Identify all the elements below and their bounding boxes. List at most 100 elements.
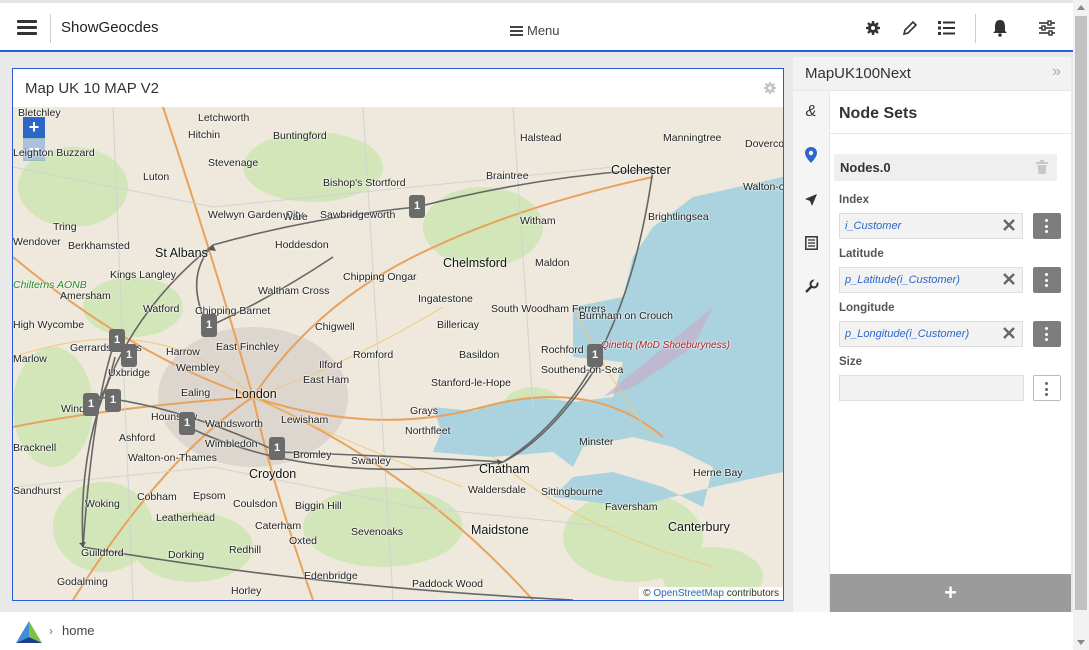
menu-button[interactable]: Menu <box>510 23 560 38</box>
map-marker[interactable]: 1 <box>269 437 285 460</box>
osm-link[interactable]: OpenStreetMap <box>653 588 724 599</box>
place-label: Stanford-le-Hope <box>431 377 511 389</box>
map-view[interactable]: + − Bletchley Letchworth Hitchin Buntingfor… <box>13 107 783 600</box>
place-label: East Finchley <box>216 341 280 353</box>
list-icon[interactable] <box>936 17 958 39</box>
place-label: Ingatestone <box>418 293 473 305</box>
place-label: Epsom <box>193 490 226 502</box>
panel-title: MapUK100Next <box>805 65 911 82</box>
place-label: Leighton Buzzard <box>13 147 95 159</box>
place-label: Sandhurst <box>13 485 61 497</box>
size-options-button[interactable] <box>1033 375 1061 401</box>
scrollbar-thumb[interactable] <box>1075 16 1087 610</box>
app-logo[interactable] <box>16 621 42 643</box>
place-label: Sawbridgeworth <box>320 209 396 221</box>
place-label: Maidstone <box>471 523 529 537</box>
place-label: Bishop's Stortford <box>323 177 406 189</box>
place-label: Waldersdale <box>468 484 526 496</box>
longitude-field[interactable]: p_Longitude(i_Customer) <box>839 321 1023 347</box>
map-marker[interactable]: 1 <box>587 344 603 367</box>
map-marker[interactable]: 1 <box>409 195 425 218</box>
place-label: Herne Bay <box>693 467 743 479</box>
map-marker[interactable]: 1 <box>83 393 99 416</box>
place-label: Lewisham <box>281 414 329 426</box>
place-label: Paddock Wood <box>412 578 484 590</box>
longitude-options-button[interactable] <box>1033 321 1061 347</box>
page-scrollbar[interactable] <box>1073 0 1089 650</box>
clear-icon[interactable] <box>1003 273 1015 285</box>
place-label: Stevenage <box>208 157 259 169</box>
node-set-header[interactable]: Nodes.0 <box>834 154 1057 181</box>
clear-icon[interactable] <box>1003 327 1015 339</box>
place-label: Dovercourt <box>745 138 783 150</box>
sliders-icon[interactable] <box>1036 17 1058 39</box>
wrench-icon[interactable] <box>802 277 820 295</box>
latitude-field[interactable]: p_Latitude(i_Customer) <box>839 267 1023 293</box>
ampersand-icon[interactable]: & <box>802 103 820 121</box>
place-label: Faversham <box>605 501 658 513</box>
map-card: Map UK 10 MAP V2 + − Bletchley Letchwort… <box>12 68 784 601</box>
place-label: High Wycombe <box>13 319 85 331</box>
map-marker[interactable]: 1 <box>105 389 121 412</box>
pencil-icon[interactable] <box>899 17 921 39</box>
bottom-bar: › home <box>0 612 1073 650</box>
clear-icon[interactable] <box>1003 219 1015 231</box>
map-marker[interactable]: 1 <box>179 412 195 435</box>
scroll-up-icon[interactable] <box>1077 5 1085 10</box>
place-label: Minster <box>579 436 614 448</box>
place-label: Watford <box>143 303 180 315</box>
place-label: Luton <box>143 171 170 183</box>
place-label: Edenbridge <box>304 570 358 582</box>
place-label: Guildford <box>81 547 124 559</box>
gear-icon[interactable] <box>862 17 884 39</box>
collapse-panel-button[interactable]: » <box>1052 63 1061 81</box>
attribution-suffix: contributors <box>726 588 779 599</box>
zoom-in-button[interactable]: + <box>23 117 45 139</box>
map-card-title: Map UK 10 MAP V2 <box>25 80 159 97</box>
node-sets-panel: Node Sets Nodes.0 Index i_Customer Latit… <box>830 91 1071 612</box>
size-field[interactable] <box>839 375 1024 401</box>
app-title: ShowGeocdes <box>61 19 159 36</box>
attribution-prefix: © <box>643 588 651 599</box>
bell-icon[interactable] <box>989 17 1011 39</box>
hamburger-icon[interactable] <box>17 20 37 35</box>
place-label: Wembley <box>176 362 220 374</box>
map-pin-icon[interactable] <box>802 146 820 164</box>
place-label: Basildon <box>459 349 500 361</box>
card-settings-icon[interactable] <box>763 81 777 95</box>
index-field[interactable]: i_Customer <box>839 213 1023 239</box>
navigation-arrow-icon[interactable] <box>802 191 820 209</box>
place-label: Cobham <box>137 491 177 503</box>
scroll-down-icon[interactable] <box>1077 640 1085 645</box>
node-set-name: Nodes.0 <box>840 160 891 175</box>
trash-icon[interactable] <box>1036 160 1048 174</box>
place-label: Bletchley <box>18 107 61 119</box>
place-label: Coulsdon <box>233 498 278 510</box>
add-node-set-button[interactable]: + <box>830 574 1071 612</box>
map-marker[interactable]: 1 <box>201 314 217 337</box>
latitude-value: p_Latitude(i_Customer) <box>845 274 960 286</box>
place-label: Harrow <box>166 346 200 358</box>
place-label: Wimbledon <box>205 438 258 450</box>
place-label: Walton-on-the-Naze <box>743 181 783 193</box>
place-label: Grays <box>410 405 439 417</box>
index-label: Index <box>839 194 870 206</box>
top-bar: ShowGeocdes Menu <box>0 0 1073 52</box>
breadcrumb-separator: › <box>49 624 53 638</box>
document-icon[interactable] <box>802 234 820 252</box>
place-label: Chigwell <box>315 321 355 333</box>
map-marker[interactable]: 1 <box>121 344 137 367</box>
place-label: Ware <box>283 211 308 223</box>
place-label: Colchester <box>611 163 671 177</box>
place-label: Ilford <box>319 359 343 371</box>
place-label: Brightlingsea <box>648 211 709 223</box>
menu-icon <box>510 25 523 36</box>
place-label: Ealing <box>181 387 211 399</box>
place-label: Bromley <box>293 449 332 461</box>
panel-side-toolbar: & <box>793 91 830 612</box>
latitude-options-button[interactable] <box>1033 267 1061 293</box>
breadcrumb-home[interactable]: home <box>62 623 95 638</box>
place-label: Braintree <box>486 170 529 182</box>
longitude-label: Longitude <box>839 302 895 314</box>
index-options-button[interactable] <box>1033 213 1061 239</box>
